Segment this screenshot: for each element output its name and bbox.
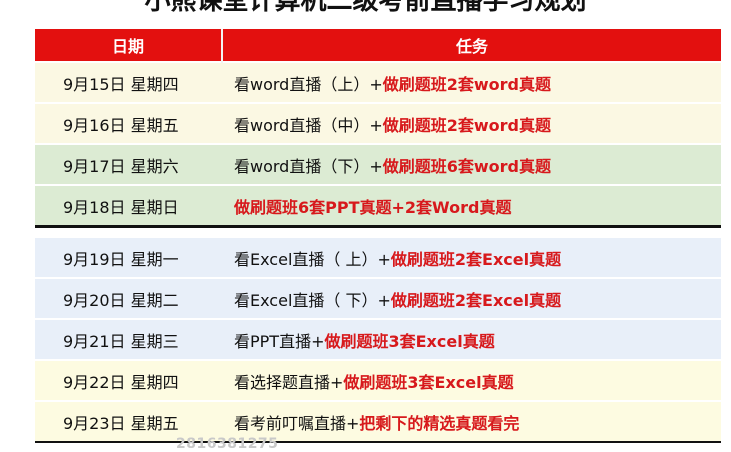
date-cell: 9月20日 星期二 <box>35 277 222 319</box>
task-highlight-text: 做刷题班3套Excel真题 <box>324 331 495 351</box>
divider-cell <box>35 225 721 237</box>
task-plain-text: 看Excel直播（ 上）+ <box>234 249 391 269</box>
task-cell: 看word直播（上）+做刷题班2套word真题 <box>222 61 721 103</box>
task-highlight-text: 做刷题班2套Excel真题 <box>390 249 562 269</box>
task-cell: 看Excel直播（ 上）+做刷题班2套Excel真题 <box>222 236 721 278</box>
task-plain-text: 看word直播（上）+ <box>234 74 383 94</box>
study-plan-table: 日期 任务 9月15日 星期四 看word直播（上）+做刷题班2套word真题 9月… <box>35 29 721 443</box>
table-row: 9月18日 星期日 做刷题班6套PPT真题+2套Word真题 <box>35 184 721 227</box>
table-row: 9月21日 星期三 看PPT直播+做刷题班3套Excel真题 <box>35 318 721 360</box>
date-cell: 9月17日 星期六 <box>35 143 222 185</box>
header-task: 任务 <box>222 29 721 62</box>
header-date: 日期 <box>35 29 223 62</box>
date-cell: 9月16日 星期五 <box>35 102 222 144</box>
date-cell: 9月19日 星期一 <box>35 236 222 278</box>
table-row: 9月22日 星期四 看选择题直播+做刷题班3套Excel真题 <box>35 359 721 401</box>
table-row: 9月19日 星期一 看Excel直播（ 上）+做刷题班2套Excel真题 <box>35 236 721 278</box>
date-cell: 9月22日 星期四 <box>35 359 222 401</box>
task-plain-text: 看word直播（中）+ <box>234 115 383 135</box>
task-highlight-text: 做刷题班2套word真题 <box>382 115 552 135</box>
task-cell: 看word直播（中）+做刷题班2套word真题 <box>222 102 721 144</box>
section-divider <box>35 225 721 237</box>
task-plain-text: 看考前叮嘱直播+ <box>234 413 360 433</box>
table-header-row: 日期 任务 <box>35 29 721 62</box>
task-highlight-text: 做刷题班2套word真题 <box>382 74 552 94</box>
table-row: 9月17日 星期六 看word直播（下）+做刷题班6套word真题 <box>35 143 721 185</box>
table-row: 9月16日 星期五 看word直播（中）+做刷题班2套word真题 <box>35 102 721 144</box>
date-cell: 9月18日 星期日 <box>35 184 222 227</box>
watermark-text: 2816381275 <box>176 436 279 452</box>
date-cell: 9月21日 星期三 <box>35 318 222 360</box>
task-highlight-text: 做刷题班3套Excel真题 <box>343 372 514 392</box>
task-cell: 看选择题直播+做刷题班3套Excel真题 <box>222 359 721 401</box>
task-plain-text: 看PPT直播+ <box>234 331 325 351</box>
task-cell: 做刷题班6套PPT真题+2套Word真题 <box>222 184 721 227</box>
task-plain-text: 看Excel直播（ 下）+ <box>234 290 391 310</box>
task-cell: 看考前叮嘱直播+把剩下的精选真题看完 <box>222 400 721 443</box>
task-cell: 看PPT直播+做刷题班3套Excel真题 <box>222 318 721 360</box>
task-plain-text: 看word直播（下）+ <box>234 156 383 176</box>
task-highlight-text: 做刷题班6套word真题 <box>382 156 552 176</box>
task-plain-text: 看选择题直播+ <box>234 372 344 392</box>
task-highlight-text: 做刷题班2套Excel真题 <box>390 290 562 310</box>
task-highlight-text: 做刷题班6套PPT真题+2套Word真题 <box>234 197 512 217</box>
table-row: 9月20日 星期二 看Excel直播（ 下）+做刷题班2套Excel真题 <box>35 277 721 319</box>
date-cell: 9月15日 星期四 <box>35 61 222 103</box>
task-highlight-text: 把剩下的精选真题看完 <box>359 413 520 433</box>
page-title: 小熊课堂计算机二级考前直播学习规划 <box>144 0 587 16</box>
task-cell: 看Excel直播（ 下）+做刷题班2套Excel真题 <box>222 277 721 319</box>
table-row: 9月23日 星期五 看考前叮嘱直播+把剩下的精选真题看完 <box>35 400 721 443</box>
task-cell: 看word直播（下）+做刷题班6套word真题 <box>222 143 721 185</box>
table-row: 9月15日 星期四 看word直播（上）+做刷题班2套word真题 <box>35 61 721 103</box>
